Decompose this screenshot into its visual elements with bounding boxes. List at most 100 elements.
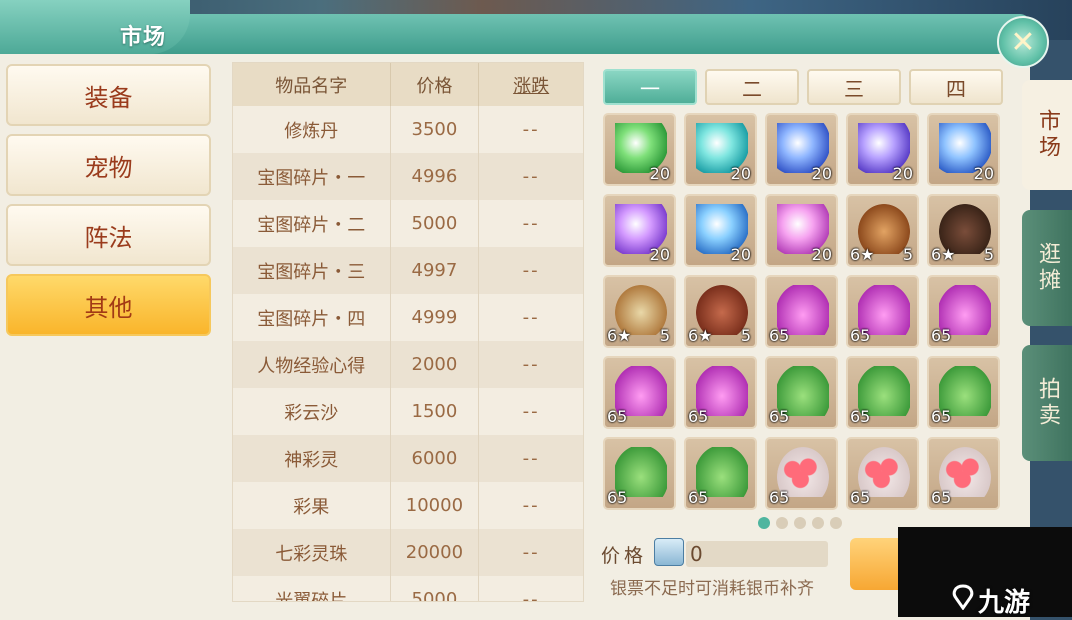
page-tab-4[interactable]: 四	[909, 69, 1003, 105]
cell-change: --	[522, 448, 540, 469]
buy-button[interactable]	[850, 538, 898, 590]
table-row[interactable]: 宝图碎片・一 4996 --	[233, 153, 583, 200]
table-row[interactable]: 彩果 10000 --	[233, 482, 583, 529]
header-price: 价格	[391, 63, 480, 106]
table-header: 物品名字 价格 涨跌	[233, 63, 583, 106]
table-row[interactable]: 宝图碎片・二 5000 --	[233, 200, 583, 247]
item-level: 65	[769, 407, 790, 426]
item-slot[interactable]: 20	[765, 194, 838, 267]
item-slot[interactable]: 65	[603, 437, 676, 510]
page-tab-3[interactable]: 三	[807, 69, 901, 105]
item-level: 65	[607, 488, 628, 507]
page-tab-2[interactable]: 二	[705, 69, 799, 105]
cell-price: 1500	[391, 388, 480, 435]
item-slot[interactable]: 65	[765, 356, 838, 429]
cell-price: 20000	[391, 529, 480, 576]
item-slot[interactable]: 65	[927, 356, 1000, 429]
page-tab-1[interactable]: 一	[603, 69, 697, 105]
side-tab-market[interactable]: 市场	[1022, 80, 1072, 190]
header-change[interactable]: 涨跌	[479, 63, 583, 106]
silver-ticket-icon	[654, 538, 684, 566]
item-level: 6★	[607, 326, 632, 345]
item-slot[interactable]: 65	[765, 275, 838, 348]
page-tab-label: 四	[946, 76, 966, 101]
page-tab-label: 二	[742, 76, 762, 101]
item-slot[interactable]: 20	[603, 194, 676, 267]
page-tab-label: 三	[844, 76, 864, 101]
item-level: 65	[688, 407, 709, 426]
category-formation[interactable]: 阵法	[6, 204, 211, 266]
item-slot[interactable]: 20	[846, 113, 919, 186]
item-slot[interactable]: 6★ 5	[603, 275, 676, 348]
cell-price: 2000	[391, 341, 480, 388]
item-slot[interactable]: 65	[927, 437, 1000, 510]
item-slot[interactable]: 20	[927, 113, 1000, 186]
table-row[interactable]: 彩云沙 1500 --	[233, 388, 583, 435]
pagination-dot[interactable]	[758, 517, 770, 529]
cell-price: 4996	[391, 153, 480, 200]
jiuyou-logo-icon	[952, 584, 974, 610]
cell-price: 6000	[391, 435, 480, 482]
item-slot[interactable]: 20	[765, 113, 838, 186]
pagination-dot[interactable]	[812, 517, 824, 529]
item-quantity: 20	[811, 164, 832, 183]
pagination-dot[interactable]	[830, 517, 842, 529]
item-quantity: 20	[730, 164, 751, 183]
item-quantity: 5	[659, 326, 670, 345]
item-slot[interactable]: 20	[603, 113, 676, 186]
table-row[interactable]: 宝图碎片・四 4999 --	[233, 294, 583, 341]
item-slot[interactable]: 6★ 5	[846, 194, 919, 267]
cell-change: --	[522, 260, 540, 281]
cell-price: 3500	[391, 106, 480, 153]
item-slot[interactable]: 65	[765, 437, 838, 510]
table-row[interactable]: 修炼丹 3500 --	[233, 106, 583, 153]
close-button[interactable]: ✕	[997, 16, 1049, 68]
item-level: 65	[931, 407, 952, 426]
cell-name: 人物经验心得	[233, 341, 391, 388]
category-pets[interactable]: 宠物	[6, 134, 211, 196]
item-slot[interactable]: 20	[684, 194, 757, 267]
category-equipment[interactable]: 装备	[6, 64, 211, 126]
item-slot[interactable]: 65	[846, 437, 919, 510]
item-quantity: 20	[973, 164, 994, 183]
cell-change: --	[522, 542, 540, 563]
price-table: 物品名字 价格 涨跌 修炼丹 3500 -- 宝图碎片・一 4996 -- 宝图碎片・二 50…	[232, 62, 584, 602]
pagination-dots	[758, 517, 842, 529]
pagination-dot[interactable]	[776, 517, 788, 529]
item-slot[interactable]: 65	[603, 356, 676, 429]
table-row[interactable]: 宝图碎片・三 4997 --	[233, 247, 583, 294]
item-slot[interactable]: 65	[846, 275, 919, 348]
table-row[interactable]: 神彩灵 6000 --	[233, 435, 583, 482]
item-slot[interactable]: 65	[684, 356, 757, 429]
cell-price: 4997	[391, 247, 480, 294]
item-level: 65	[688, 488, 709, 507]
cell-change: --	[522, 307, 540, 328]
item-slot[interactable]: 6★ 5	[684, 275, 757, 348]
cell-name: 神彩灵	[233, 435, 391, 482]
item-slot[interactable]: 65	[927, 275, 1000, 348]
item-slot[interactable]: 65	[846, 356, 919, 429]
price-input[interactable]: 0	[686, 541, 828, 567]
cell-name: 宝图碎片・三	[233, 247, 391, 294]
item-level: 6★	[931, 245, 956, 264]
item-slot[interactable]: 6★ 5	[927, 194, 1000, 267]
price-label: 价格	[601, 545, 648, 567]
item-slot[interactable]: 65	[684, 437, 757, 510]
cell-price: 5000	[391, 576, 480, 601]
cell-name: 彩果	[233, 482, 391, 529]
table-row[interactable]: 人物经验心得 2000 --	[233, 341, 583, 388]
item-slot[interactable]: 20	[684, 113, 757, 186]
item-quantity: 20	[811, 245, 832, 264]
cell-name: 光翼碎片	[233, 576, 391, 601]
item-quantity: 5	[740, 326, 751, 345]
side-tab-auction[interactable]: 拍卖	[1022, 345, 1072, 461]
category-other[interactable]: 其他	[6, 274, 211, 336]
table-row[interactable]: 光翼碎片 5000 --	[233, 576, 583, 601]
close-x-icon: ✕	[1010, 24, 1036, 60]
side-tab-label: 逛摊	[1035, 242, 1060, 294]
item-level: 65	[769, 488, 790, 507]
side-tab-stalls[interactable]: 逛摊	[1022, 210, 1072, 326]
table-row[interactable]: 七彩灵珠 20000 --	[233, 529, 583, 576]
cell-change: --	[522, 354, 540, 375]
pagination-dot[interactable]	[794, 517, 806, 529]
